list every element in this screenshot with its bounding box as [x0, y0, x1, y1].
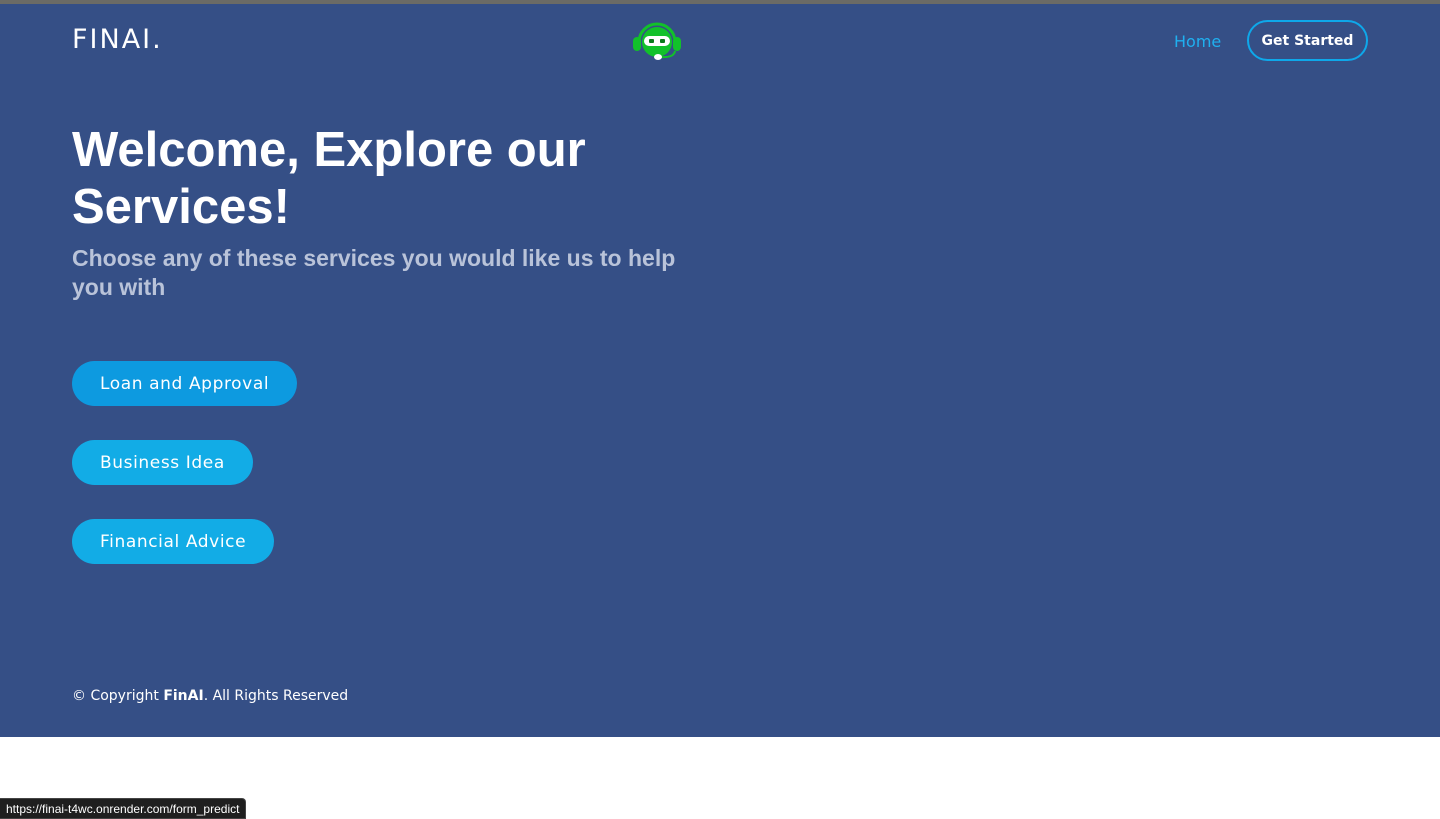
business-idea-button[interactable]: Business Idea [72, 440, 253, 485]
hero-subtitle: Choose any of these services you would l… [72, 245, 676, 300]
financial-advice-button[interactable]: Financial Advice [72, 519, 275, 564]
page-main: FINAI. Home Get Started Welcome, Explore… [0, 4, 1440, 737]
copyright-prefix: © Copyright [72, 688, 164, 704]
robot-headset-icon [633, 22, 681, 60]
nav-home-link[interactable]: Home [1174, 32, 1221, 51]
copyright-brand: FinAI [163, 688, 204, 704]
hero-title: Welcome, Explore our Services! [72, 123, 586, 234]
site-logo[interactable]: FINAI. [72, 24, 163, 55]
loan-approval-button[interactable]: Loan and Approval [72, 361, 298, 406]
get-started-button[interactable]: Get Started [1247, 20, 1368, 61]
footer-copyright: © Copyright FinAI. All Rights Reserved [72, 688, 348, 704]
copyright-suffix: . All Rights Reserved [203, 688, 349, 704]
browser-status-url: https://finai-t4wc.onrender.com/form_pre… [0, 798, 247, 819]
